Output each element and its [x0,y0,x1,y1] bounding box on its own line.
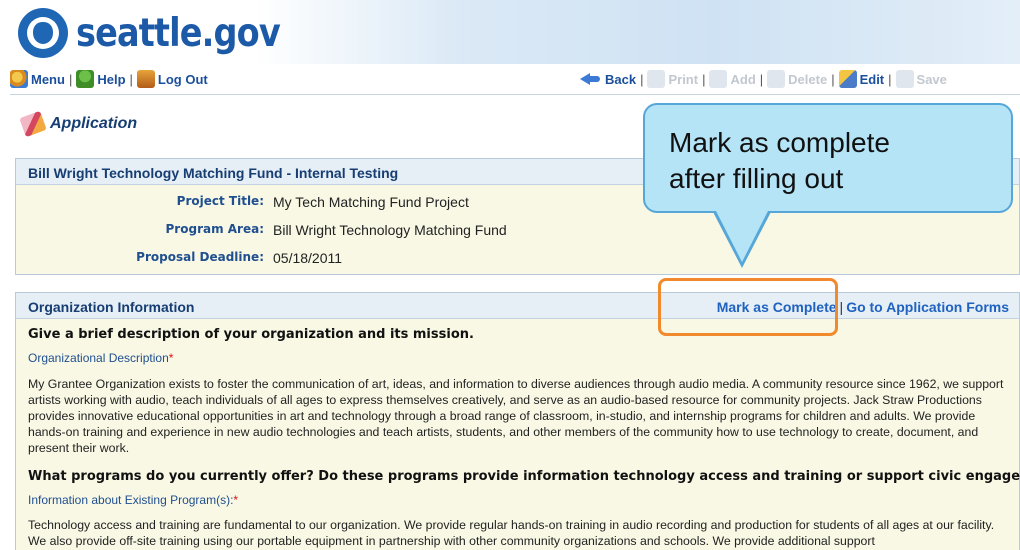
edit-label: Edit [859,71,885,87]
question-2-label: Information about Existing Program(s):* [28,493,238,507]
menu-button[interactable]: Menu [10,70,65,88]
organization-panel-header: Organization Information Mark as Complet… [16,293,1019,319]
existing-programs-text: Technology access and training are funda… [28,518,995,548]
field-label: Program Area: [165,222,264,236]
toolbar-actions: Back | Print | Add | Delete | Edit | Sav… [580,66,947,92]
edit-icon [838,70,857,88]
field-value: My Tech Matching Fund Project [273,194,469,210]
callout-line-2: after filling out [669,163,844,194]
print-label: Print [668,71,699,87]
highlight-box [658,278,838,336]
toolbar: Menu | Help | Log Out Back | Print | Add… [10,66,1020,92]
edit-button[interactable]: Edit [838,70,885,88]
organization-panel-title: Organization Information [28,299,195,315]
help-button[interactable]: Help [76,70,126,88]
back-label: Back [605,71,637,87]
organization-panel: Organization Information Mark as Complet… [15,292,1020,550]
save-icon [895,70,914,88]
field-label-text: Organizational Description [28,351,169,365]
help-label: Help [97,71,126,87]
add-label: Add [730,71,756,87]
field-label: Proposal Deadline: [136,250,264,264]
field-label-text: Information about Existing Program(s): [28,493,234,507]
toolbar-separator: | [640,71,644,87]
delete-button[interactable]: Delete [767,70,827,88]
menu-icon [10,70,28,88]
city-seal-icon [18,8,68,58]
header-banner: seattle.gov [0,0,1020,64]
application-icon [19,110,47,138]
print-button[interactable]: Print [647,70,698,88]
question-2: What programs do you currently offer? Do… [28,469,1020,484]
toolbar-separator: | [702,71,706,87]
required-marker: * [168,351,174,365]
print-icon [647,70,666,88]
toolbar-separator: | [129,71,133,87]
toolbar-divider [10,94,1020,95]
question-1: Give a brief description of your organiz… [28,327,474,342]
page-title: Application [19,110,138,138]
field-label: Project Title: [176,194,264,208]
field-value: Bill Wright Technology Matching Fund [273,222,507,238]
logout-label: Log Out [157,71,208,87]
logout-icon [136,70,155,88]
back-arrow-icon [580,70,602,88]
callout-tail-fill [715,209,769,262]
toolbar-separator: | [68,71,73,87]
program-area-row: Program Area: Bill Wright Technology Mat… [16,222,1019,244]
required-marker: * [233,493,239,507]
save-button[interactable]: Save [895,70,947,88]
link-separator: | [839,299,844,315]
callout-bubble: Mark as complete after filling out [643,103,1013,213]
organizational-description: My Grantee Organization exists to foster… [28,377,1004,455]
add-icon [709,70,728,88]
field-value: 05/18/2011 [273,250,343,266]
toolbar-separator: | [888,71,892,87]
toolbar-separator: | [759,71,764,87]
back-button[interactable]: Back [580,70,636,88]
add-button[interactable]: Add [709,70,756,88]
page-title-text: Application [50,115,138,132]
logo-text: seattle.gov [76,10,281,56]
logout-button[interactable]: Log Out [136,70,208,88]
save-label: Save [916,71,947,87]
proposal-deadline-row: Proposal Deadline: 05/18/2011 [16,250,1019,272]
callout-line-1: Mark as complete [669,127,890,158]
delete-icon [767,70,786,88]
toolbar-separator: | [831,71,835,87]
go-to-forms-link[interactable]: Go to Application Forms [846,299,1009,315]
seattle-logo[interactable]: seattle.gov [18,8,313,58]
menu-label: Menu [31,71,65,87]
question-1-label: Organizational Description* [28,351,173,365]
help-icon [76,70,95,88]
callout-text: Mark as complete after filling out [669,125,890,197]
delete-label: Delete [788,71,828,87]
